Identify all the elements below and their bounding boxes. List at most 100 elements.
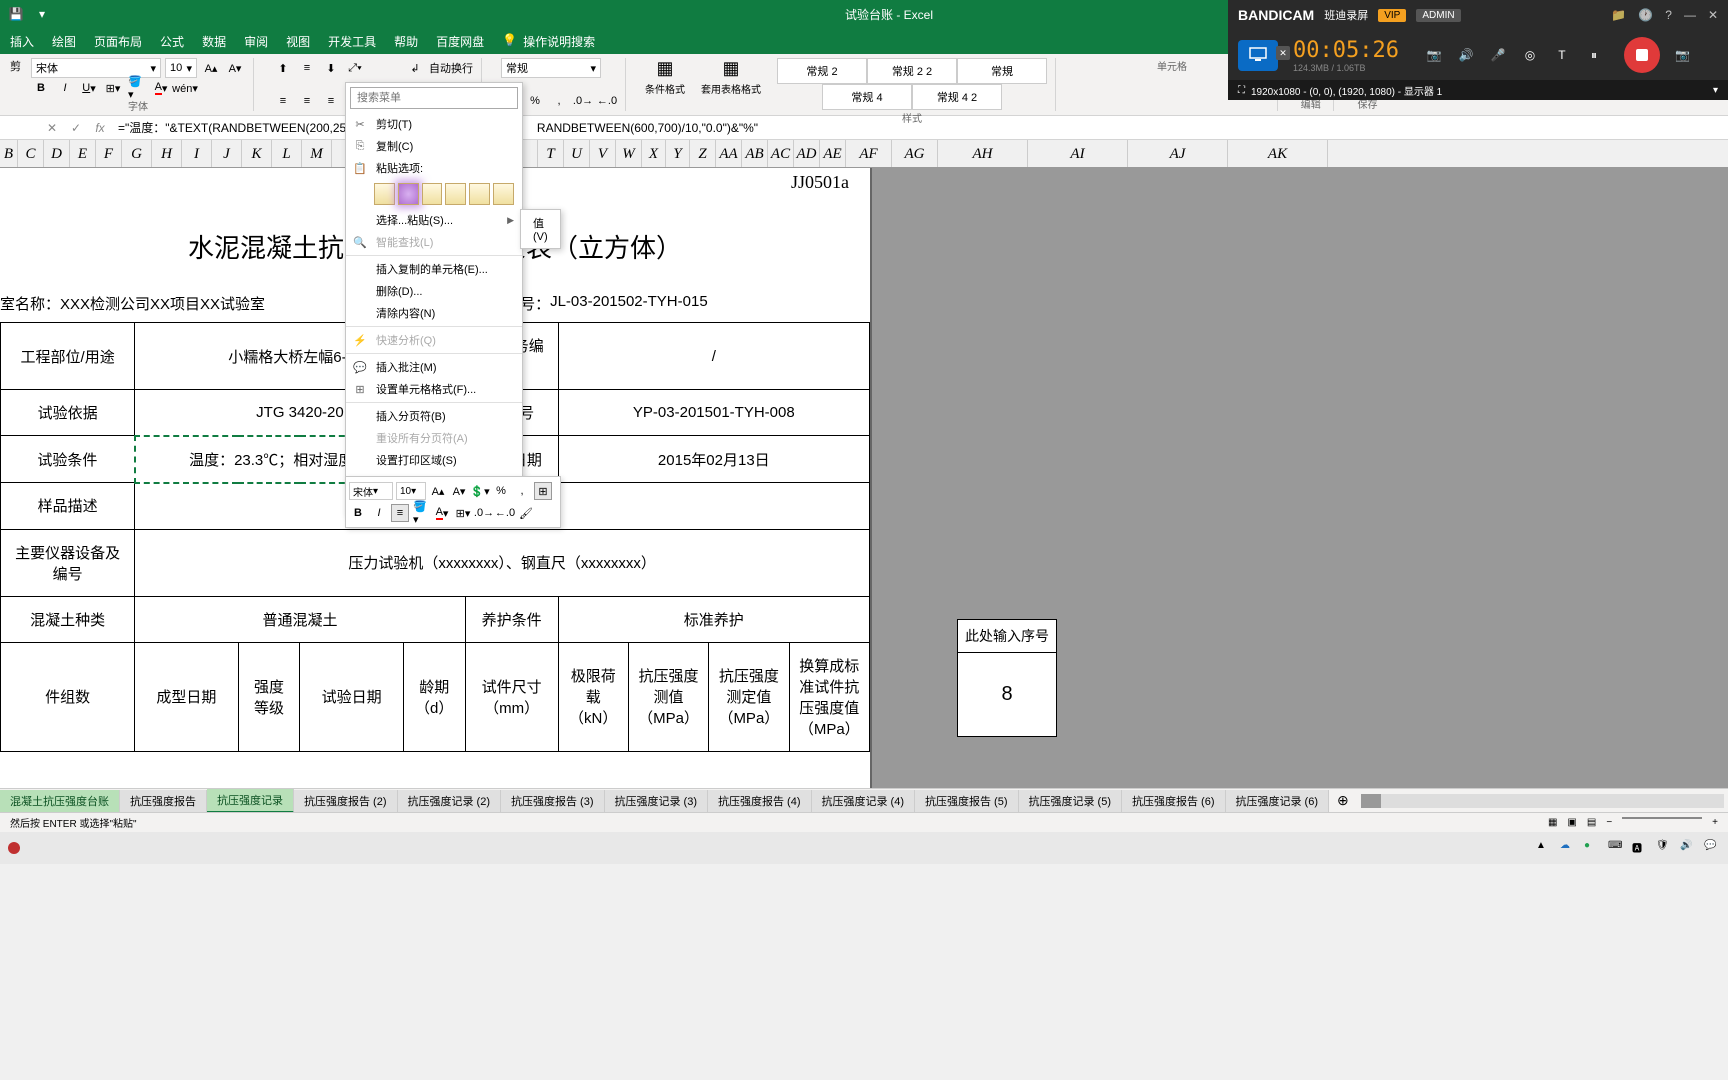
- mini-color[interactable]: A▾: [433, 504, 451, 522]
- dec-decimal-icon[interactable]: ←.0: [597, 91, 617, 111]
- cond-format-label[interactable]: 条件格式: [645, 81, 685, 96]
- sheet-tab-4[interactable]: 抗压强度报告 (2): [294, 790, 398, 812]
- cell-r2c4[interactable]: YP-03-201501-TYH-008: [558, 390, 869, 436]
- mini-border2[interactable]: ⊞▾: [454, 504, 472, 522]
- monitor-select-icon[interactable]: ⛶: [1238, 85, 1245, 96]
- paste-option-3[interactable]: [422, 183, 443, 205]
- cell-style-2[interactable]: 常规 2 2: [867, 58, 957, 84]
- tell-me[interactable]: 💡操作说明搜索: [502, 33, 595, 50]
- capture-mode-button[interactable]: [1238, 40, 1278, 71]
- view-break-icon[interactable]: ▤: [1587, 817, 1596, 828]
- sheet-tab-10[interactable]: 抗压强度报告 (5): [915, 790, 1019, 812]
- webcam-icon[interactable]: 📷: [1424, 48, 1444, 63]
- col-J[interactable]: J: [212, 140, 242, 167]
- tab-draw[interactable]: 绘图: [52, 33, 76, 50]
- col-U[interactable]: U: [564, 140, 590, 167]
- ctx-insert-break[interactable]: 插入分页符(B): [346, 405, 522, 427]
- font-color-button[interactable]: A▾: [151, 78, 171, 98]
- close-icon[interactable]: ✕: [1708, 8, 1718, 22]
- col-Y[interactable]: Y: [666, 140, 690, 167]
- mini-comma[interactable]: ,: [513, 482, 531, 500]
- header-h5[interactable]: 龄期（d）: [403, 642, 465, 751]
- mini-align[interactable]: ≡: [391, 504, 409, 522]
- italic-button[interactable]: I: [55, 78, 75, 98]
- enter-formula-icon[interactable]: ✓: [64, 121, 88, 135]
- sheet-tab-11[interactable]: 抗压强度记录 (5): [1019, 790, 1123, 812]
- col-B[interactable]: B: [0, 140, 18, 167]
- align-center-icon[interactable]: ≡: [297, 91, 317, 111]
- sheet-tab-6[interactable]: 抗压强度报告 (3): [501, 790, 605, 812]
- mini-percent[interactable]: %: [492, 482, 510, 500]
- col-M[interactable]: M: [302, 140, 332, 167]
- ctx-paste-value[interactable]: 值 (V): [523, 212, 558, 246]
- paste-option-1[interactable]: [374, 183, 395, 205]
- tray-icon-5[interactable]: 🅰: [1632, 840, 1648, 856]
- mini-dec-dec[interactable]: ←.0: [496, 504, 514, 522]
- ctx-cut[interactable]: ✂剪切(T): [346, 113, 522, 135]
- paste-option-6[interactable]: [493, 183, 514, 205]
- header-h4[interactable]: 试验日期: [300, 642, 403, 751]
- align-middle-icon[interactable]: ≡: [297, 58, 317, 78]
- col-T[interactable]: T: [538, 140, 564, 167]
- cell-r1c1[interactable]: 工程部位/用途: [1, 323, 135, 390]
- ctx-insert-copied[interactable]: 插入复制的单元格(E)...: [346, 258, 522, 280]
- col-V[interactable]: V: [590, 140, 616, 167]
- help-icon[interactable]: ?: [1665, 8, 1672, 22]
- bold-button[interactable]: B: [31, 78, 51, 98]
- paste-option-2-hover[interactable]: [398, 183, 419, 205]
- folder-icon[interactable]: 📁: [1611, 8, 1626, 22]
- header-h10[interactable]: 换算成标准试件抗压强度值（MPa）: [789, 642, 869, 751]
- helper-value[interactable]: 8: [958, 653, 1056, 736]
- col-X[interactable]: X: [642, 140, 666, 167]
- ctx-search-input[interactable]: [350, 87, 518, 109]
- column-headers[interactable]: B C D E F G H I J K L M T U V W X Y Z AA…: [0, 140, 1728, 168]
- mini-dec-font[interactable]: A▾: [450, 482, 468, 500]
- paste-option-5[interactable]: [469, 183, 490, 205]
- cell-style-5[interactable]: 常规 4 2: [912, 84, 1002, 110]
- col-AG[interactable]: AG: [892, 140, 938, 167]
- wrap-text-button[interactable]: ↲: [405, 58, 425, 78]
- percent-icon[interactable]: %: [525, 91, 545, 111]
- table-format-icon[interactable]: ▦: [722, 58, 739, 79]
- col-AH[interactable]: AH: [938, 140, 1028, 167]
- cell-r4c1[interactable]: 样品描述: [1, 483, 135, 530]
- worksheet-grid[interactable]: JJ0501a 水泥混凝土抗压强度试验记录表（立方体） 室名称： XXX检测公司…: [0, 168, 1728, 788]
- align-right-icon[interactable]: ≡: [321, 91, 341, 111]
- align-top-icon[interactable]: ⬆: [273, 58, 293, 78]
- col-AE[interactable]: AE: [820, 140, 846, 167]
- cell-r2c1[interactable]: 试验依据: [1, 390, 135, 436]
- mini-currency[interactable]: 💲▾: [471, 482, 489, 500]
- sheet-tab-13[interactable]: 抗压强度记录 (6): [1226, 790, 1330, 812]
- dropdown-icon[interactable]: ▾: [1713, 85, 1718, 96]
- cell-style-3[interactable]: 常規: [957, 58, 1047, 84]
- tab-view[interactable]: 视图: [286, 33, 310, 50]
- ctx-clear[interactable]: 清除内容(N): [346, 302, 522, 324]
- col-G[interactable]: G: [122, 140, 152, 167]
- zoom-out-icon[interactable]: −: [1606, 817, 1612, 828]
- cell-r1c4[interactable]: /: [558, 323, 869, 390]
- col-AJ[interactable]: AJ: [1128, 140, 1228, 167]
- col-AB[interactable]: AB: [742, 140, 768, 167]
- tray-icon-4[interactable]: ⌨: [1608, 840, 1624, 856]
- mini-italic[interactable]: I: [370, 504, 388, 522]
- save-icon[interactable]: 💾: [8, 6, 24, 22]
- fill-color-button[interactable]: 🪣▾: [127, 78, 147, 98]
- tab-insert[interactable]: 插入: [10, 33, 34, 50]
- fx-icon[interactable]: fx: [88, 121, 112, 135]
- header-h8[interactable]: 抗压强度测值（MPa）: [628, 642, 708, 751]
- col-K[interactable]: K: [242, 140, 272, 167]
- col-AA[interactable]: AA: [716, 140, 742, 167]
- tab-dev[interactable]: 开发工具: [328, 33, 376, 50]
- wrap-text-label[interactable]: 自动换行: [429, 60, 473, 76]
- tab-layout[interactable]: 页面布局: [94, 33, 142, 50]
- number-format-combo[interactable]: 常规▾: [501, 58, 601, 78]
- mic-icon[interactable]: 🎤: [1488, 48, 1508, 63]
- quick-print-icon[interactable]: ▾: [34, 6, 50, 22]
- cell-r6c1[interactable]: 混凝土种类: [1, 596, 135, 642]
- view-page-icon[interactable]: ▣: [1567, 817, 1576, 828]
- col-L[interactable]: L: [272, 140, 302, 167]
- mini-format-painter[interactable]: 🖌: [517, 504, 535, 522]
- col-AK[interactable]: AK: [1228, 140, 1328, 167]
- col-W[interactable]: W: [616, 140, 642, 167]
- tray-icon-8[interactable]: 💬: [1704, 840, 1720, 856]
